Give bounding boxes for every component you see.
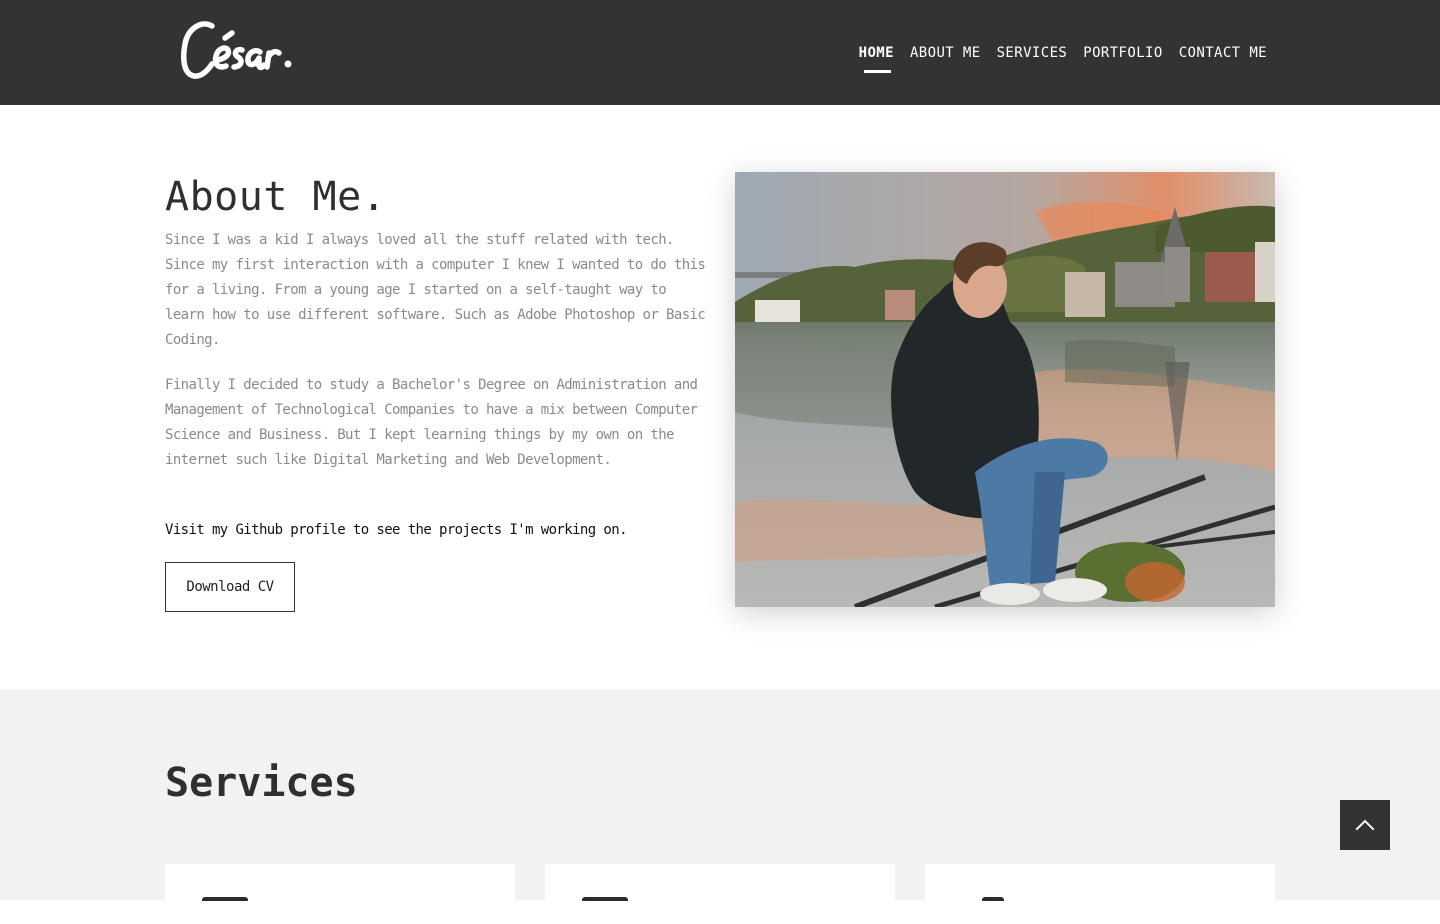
nav-contact-me[interactable]: CONTACT ME xyxy=(1179,43,1267,63)
nav-services-label: SERVICES xyxy=(996,45,1068,61)
chevron-up-icon xyxy=(1355,819,1375,831)
logo[interactable] xyxy=(176,14,306,86)
nav-active-indicator xyxy=(863,70,891,73)
nav-about-me-label: ABOUT ME xyxy=(909,45,981,61)
nav-about-me[interactable]: ABOUT ME xyxy=(910,43,981,63)
site-header: HOME ABOUT ME SERVICES PORTFOLIO CONTACT… xyxy=(0,0,1440,105)
download-cv-button[interactable]: Download CV xyxy=(165,562,295,612)
service-card xyxy=(925,864,1275,924)
nav-contact-me-label: CONTACT ME xyxy=(1178,45,1267,61)
nav-portfolio-label: PORTFOLIO xyxy=(1083,45,1163,61)
service-card-icon xyxy=(202,897,248,901)
nav-services[interactable]: SERVICES xyxy=(997,43,1068,63)
scroll-to-top-button[interactable] xyxy=(1340,800,1390,850)
service-card xyxy=(165,864,515,924)
services-title: Services xyxy=(165,760,358,806)
about-github-text: Visit my Github profile to see the proje… xyxy=(165,522,628,538)
about-title: About Me. xyxy=(165,174,387,220)
main-nav: HOME ABOUT ME SERVICES PORTFOLIO CONTACT… xyxy=(858,43,1267,73)
about-paragraph-1: Since I was a kid I always loved all the… xyxy=(165,232,706,348)
nav-home-label: HOME xyxy=(858,45,894,61)
logo-signature-icon xyxy=(180,21,292,79)
nav-portfolio[interactable]: PORTFOLIO xyxy=(1083,43,1162,63)
service-card xyxy=(545,864,895,924)
service-card-icon xyxy=(582,897,628,901)
about-section: About Me. Since I was a kid I always lov… xyxy=(0,105,1440,689)
about-paragraph-2: Finally I decided to study a Bachelor's … xyxy=(165,377,698,468)
profile-photo xyxy=(735,172,1275,607)
services-section: Services xyxy=(0,689,1440,924)
nav-home[interactable]: HOME xyxy=(858,43,894,73)
service-card-icon xyxy=(982,897,1004,901)
